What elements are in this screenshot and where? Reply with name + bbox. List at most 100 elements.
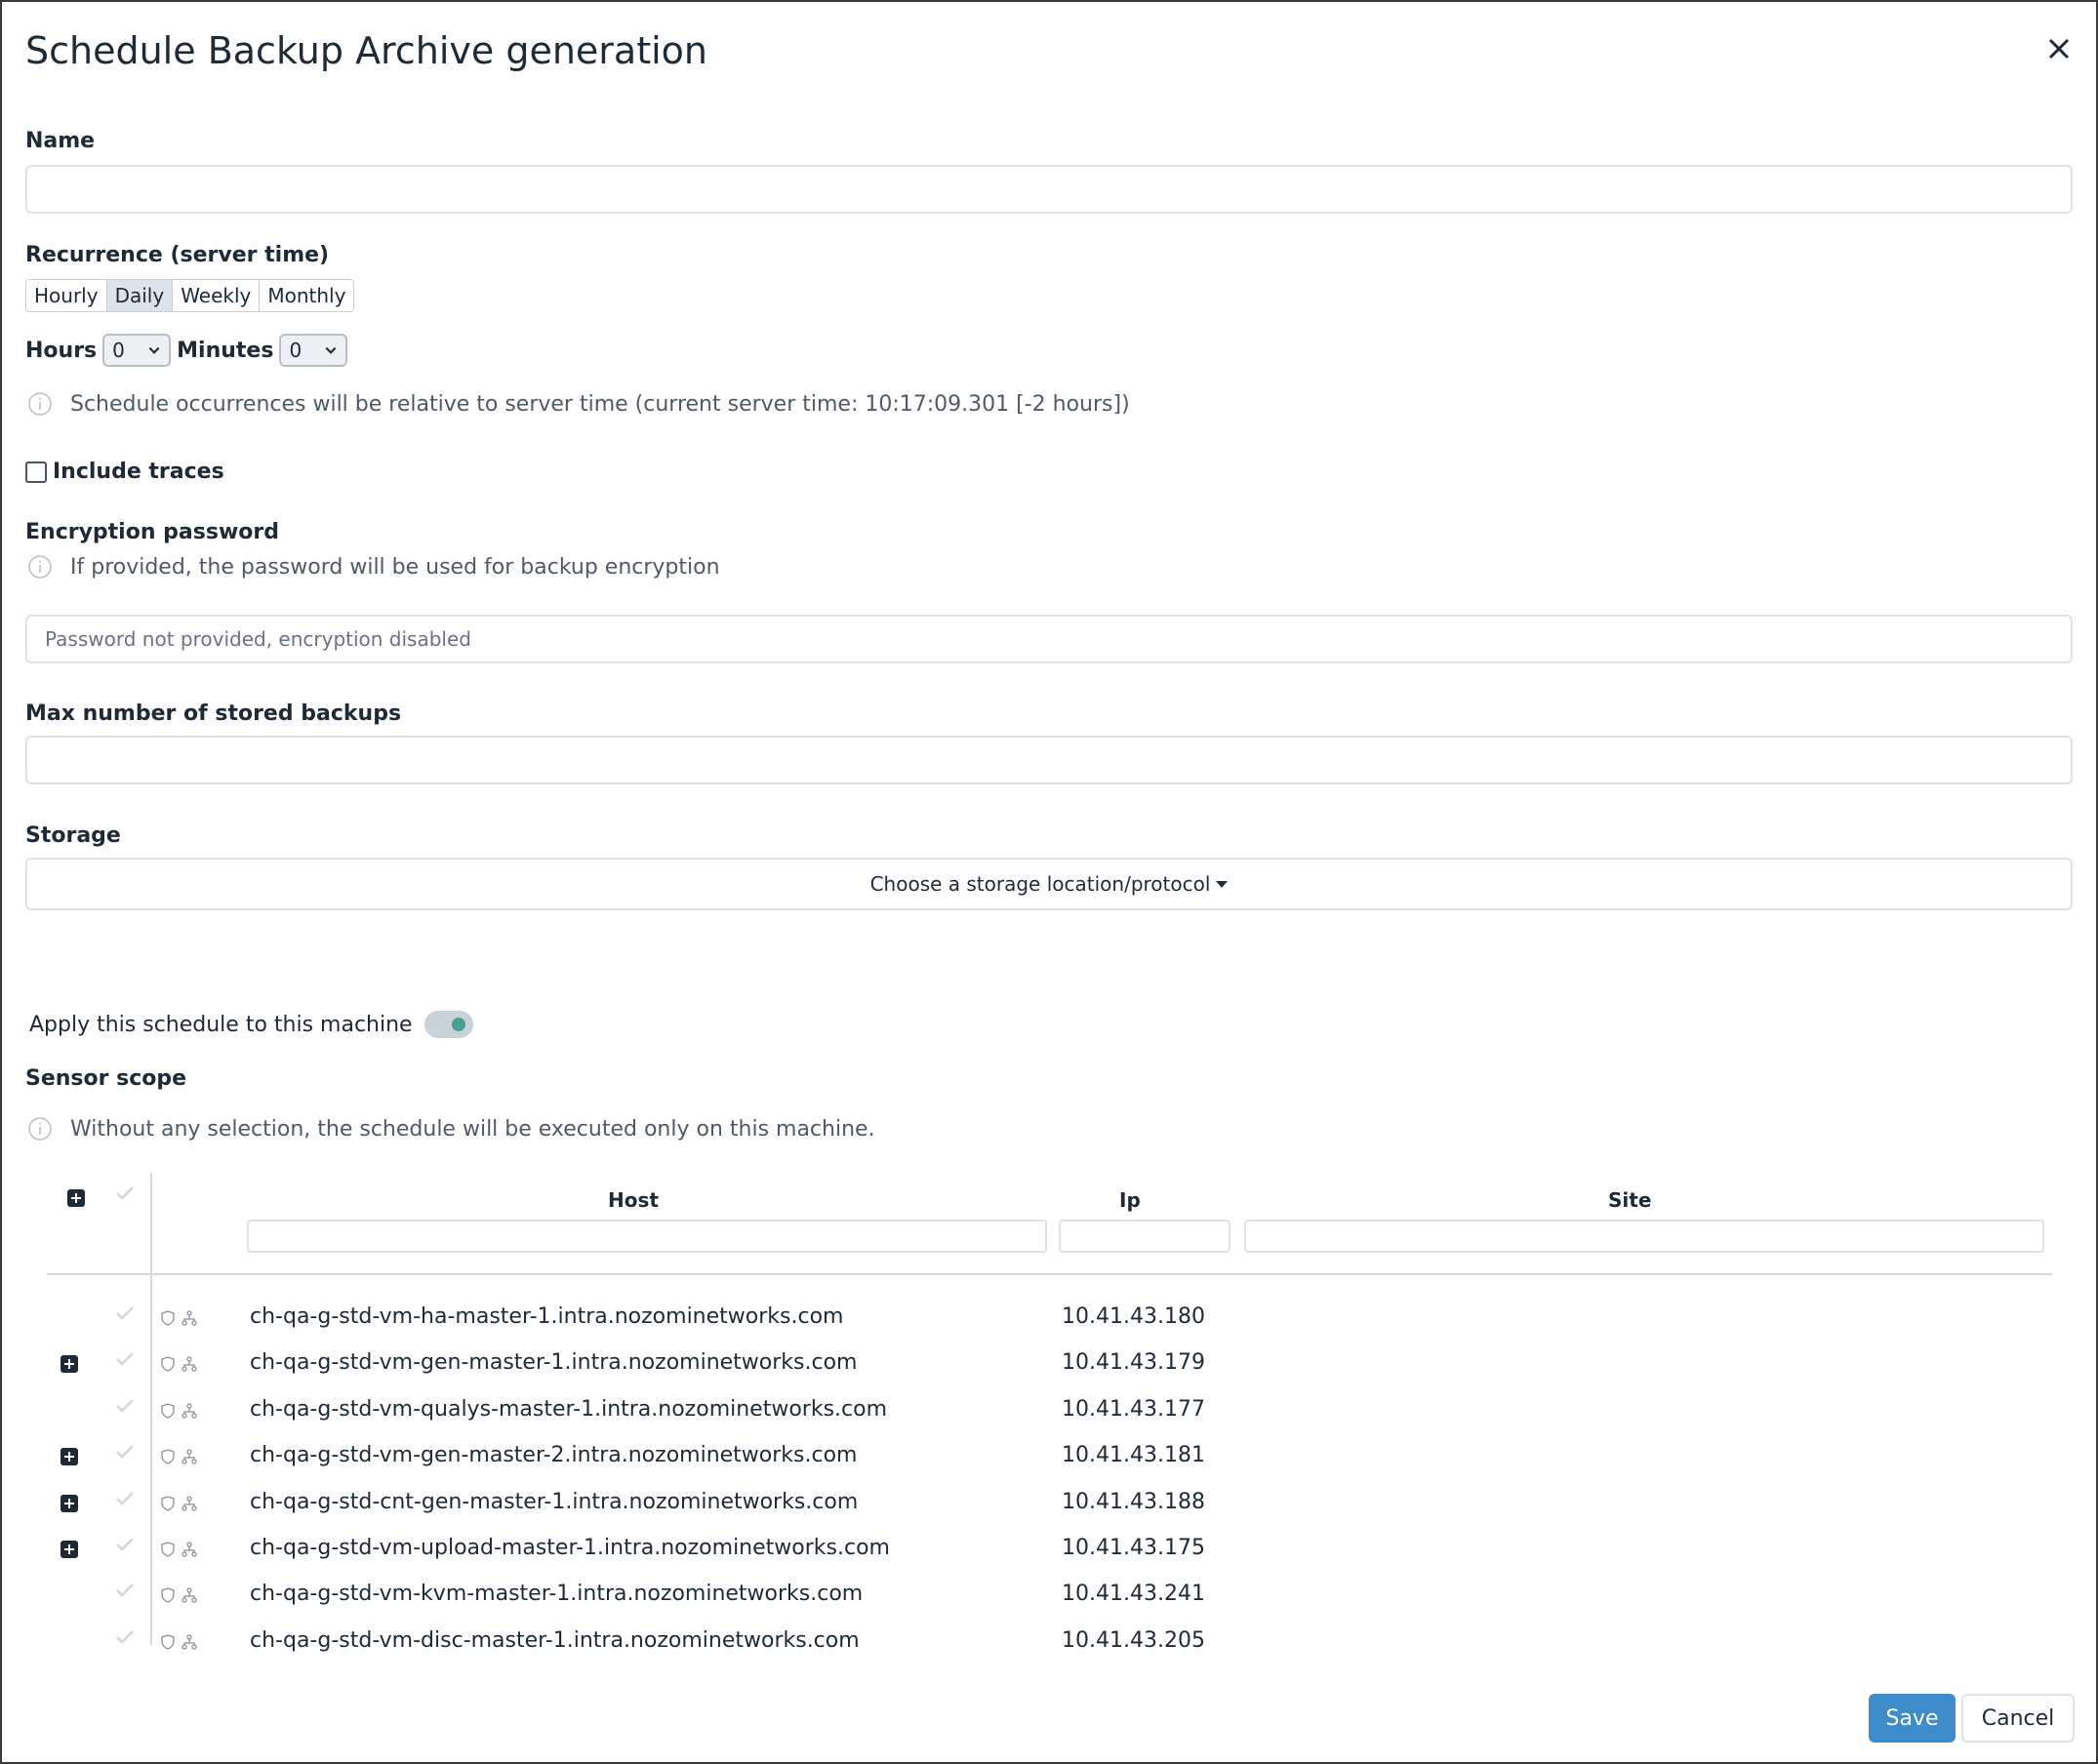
host-filter-input[interactable] (249, 1222, 1045, 1251)
row-check-icon[interactable] (115, 1305, 135, 1321)
host-cell: ch-qa-g-std-vm-ha-master-1.intra.nozomin… (250, 1304, 844, 1329)
ip-cell: 10.41.43.179 (1062, 1350, 1205, 1376)
row-check-icon[interactable] (115, 1351, 135, 1367)
row-check-icon[interactable] (115, 1398, 135, 1414)
ip-cell: 10.41.43.205 (1062, 1627, 1205, 1653)
expand-row-icon[interactable] (61, 1355, 78, 1374)
name-input[interactable] (27, 167, 2071, 212)
table-row[interactable]: ch-qa-g-std-vm-ha-master-1.intra.nozomin… (47, 1299, 2052, 1338)
shield-icon (161, 1403, 175, 1419)
info-icon (28, 1117, 52, 1141)
expand-row-icon[interactable] (61, 1494, 78, 1512)
sensor-status-icons (160, 1356, 197, 1373)
recurrence-weekly[interactable]: Weekly (173, 280, 261, 311)
server-time-text: Schedule occurrences will be relative to… (70, 391, 1130, 417)
expand-all-icon[interactable] (67, 1189, 85, 1207)
row-check-icon[interactable] (115, 1537, 135, 1552)
ip-cell: 10.41.43.188 (1062, 1489, 1205, 1514)
host-cell: ch-qa-g-std-vm-kvm-master-1.intra.nozomi… (250, 1582, 864, 1607)
time-picker: Hours 0 Minutes 0 (25, 334, 348, 367)
select-all-check-icon[interactable] (115, 1185, 135, 1201)
ip-cell: 10.41.43.175 (1062, 1536, 1205, 1560)
max-backups-input[interactable] (27, 738, 2071, 782)
info-icon (28, 555, 52, 579)
include-traces-checkbox[interactable] (25, 461, 47, 483)
column-header-host[interactable]: Host (608, 1188, 659, 1212)
host-cell: ch-qa-g-std-vm-qualys-master-1.intra.noz… (250, 1396, 888, 1422)
close-icon[interactable] (2041, 31, 2077, 66)
save-button[interactable]: Save (1869, 1694, 1956, 1743)
column-header-site[interactable]: Site (1608, 1188, 1651, 1212)
sensor-scope-note: Without any selection, the schedule will… (27, 1116, 875, 1142)
storage-dropdown[interactable]: Choose a storage location/protocol (25, 858, 2073, 910)
sensor-scope-label: Sensor scope (25, 1066, 187, 1091)
host-cell: ch-qa-g-std-vm-gen-master-2.intra.nozomi… (250, 1443, 858, 1468)
sensor-status-icons (160, 1587, 197, 1604)
shield-icon (161, 1587, 175, 1604)
shield-icon (161, 1634, 175, 1650)
dialog-title: Schedule Backup Archive generation (25, 29, 707, 72)
host-cell: ch-qa-g-std-vm-gen-master-1.intra.nozomi… (250, 1350, 858, 1376)
max-backups-label: Max number of stored backups (25, 702, 402, 726)
expand-row-icon[interactable] (61, 1448, 78, 1466)
schedule-dialog: Schedule Backup Archive generation Name … (0, 0, 2098, 1764)
hours-select[interactable]: 0 (102, 334, 172, 367)
sensor-table: Host Ip Site ch-qa-g-std-vm-ha-master-1.… (47, 1173, 2052, 1653)
recurrence-daily[interactable]: Daily (106, 280, 174, 311)
server-time-note: Schedule occurrences will be relative to… (27, 391, 1130, 417)
recurrence-hourly[interactable]: Hourly (26, 280, 107, 311)
cancel-button[interactable]: Cancel (1961, 1694, 2075, 1743)
table-row[interactable]: ch-qa-g-std-vm-kvm-master-1.intra.nozomi… (47, 1576, 2052, 1615)
recurrence-selector: Hourly Daily Weekly Monthly (25, 279, 355, 312)
row-check-icon[interactable] (115, 1583, 135, 1598)
include-traces-label: Include traces (53, 460, 224, 484)
shield-icon (161, 1449, 175, 1464)
expand-row-icon[interactable] (61, 1541, 78, 1558)
row-check-icon[interactable] (115, 1629, 135, 1645)
shield-icon (161, 1356, 175, 1373)
host-filter[interactable] (247, 1220, 1047, 1253)
table-row[interactable]: ch-qa-g-std-vm-gen-master-2.intra.nozomi… (47, 1437, 2052, 1476)
include-traces: Include traces (25, 460, 224, 484)
table-row[interactable]: ch-qa-g-std-vm-disc-master-1.intra.nozom… (47, 1623, 2052, 1662)
recurrence-label: Recurrence (server time) (25, 243, 330, 267)
apply-machine-toggle[interactable] (424, 1011, 473, 1038)
max-backups-field[interactable] (25, 736, 2073, 784)
storage-label: Storage (25, 823, 121, 848)
ip-cell: 10.41.43.181 (1062, 1443, 1205, 1468)
table-row[interactable]: ch-qa-g-std-cnt-gen-master-1.intra.nozom… (47, 1484, 2052, 1523)
table-row[interactable]: ch-qa-g-std-vm-upload-master-1.intra.noz… (47, 1530, 2052, 1569)
host-cell: ch-qa-g-std-cnt-gen-master-1.intra.nozom… (250, 1489, 859, 1514)
table-row[interactable]: ch-qa-g-std-vm-qualys-master-1.intra.noz… (47, 1391, 2052, 1430)
caret-down-icon (1216, 880, 1229, 888)
table-row[interactable]: ch-qa-g-std-vm-gen-master-1.intra.nozomi… (47, 1344, 2052, 1383)
encryption-password-input[interactable] (27, 617, 2071, 662)
ip-filter-input[interactable] (1061, 1222, 1229, 1251)
name-field[interactable] (25, 165, 2073, 214)
ip-cell: 10.41.43.177 (1062, 1396, 1205, 1422)
site-filter[interactable] (1244, 1220, 2044, 1253)
encryption-password-field[interactable] (25, 615, 2073, 663)
ip-cell: 10.41.43.241 (1062, 1582, 1205, 1607)
network-icon (182, 1356, 197, 1373)
header-divider (47, 1273, 2052, 1275)
hours-value: 0 (112, 339, 125, 362)
network-icon (182, 1495, 197, 1511)
minutes-value: 0 (289, 339, 303, 362)
host-cell: ch-qa-g-std-vm-upload-master-1.intra.noz… (250, 1536, 890, 1560)
minutes-select[interactable]: 0 (279, 334, 348, 367)
column-header-ip[interactable]: Ip (1119, 1188, 1141, 1212)
network-icon (182, 1587, 197, 1604)
row-check-icon[interactable] (115, 1491, 135, 1506)
recurrence-monthly[interactable]: Monthly (260, 280, 353, 311)
site-filter-input[interactable] (1246, 1222, 2042, 1251)
name-label: Name (25, 129, 96, 153)
ip-cell: 10.41.43.180 (1062, 1304, 1205, 1329)
sensor-scope-note-text: Without any selection, the schedule will… (70, 1116, 875, 1142)
encryption-label: Encryption password (25, 520, 279, 544)
sensor-status-icons (160, 1449, 197, 1464)
ip-filter[interactable] (1059, 1220, 1231, 1253)
encryption-note: If provided, the password will be used f… (27, 554, 720, 580)
shield-icon (161, 1310, 175, 1326)
row-check-icon[interactable] (115, 1444, 135, 1460)
